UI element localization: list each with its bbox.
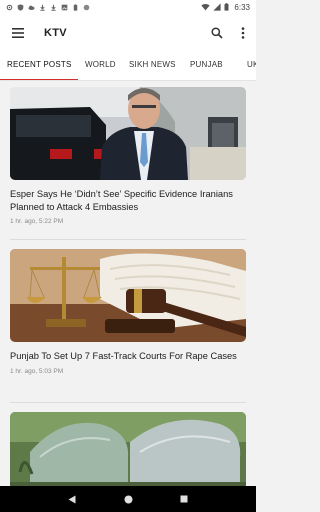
status-bar: 6:33 [0,0,256,14]
article-feed[interactable]: Esper Says He ‘Didn’t See’ Specific Evid… [0,82,256,486]
article-time: 1 hr. ago, 5:03 PM [10,367,64,375]
battery-icon [224,3,229,11]
category-tabs: RECENT POSTS WORLD SIKH NEWS PUNJAB UK [0,51,256,81]
download-icon [40,4,45,11]
home-button[interactable] [120,491,136,507]
screen: 6:33 KTV RECENT POSTS WORLD SIKH NEWS PU… [0,0,256,512]
shield-icon [17,3,24,11]
back-button[interactable] [64,491,80,507]
article-card[interactable]: Esper Says He ‘Didn’t See’ Specific Evid… [10,87,246,225]
settings-icon [6,4,13,10]
tab-uk[interactable]: UK [247,51,256,80]
signal-icon [213,3,222,11]
menu-button[interactable] [0,14,36,51]
app-bar-actions [204,14,256,51]
more-vert-icon [241,26,245,39]
divider [10,402,246,403]
circle-icon [83,4,90,10]
image-icon [61,4,68,10]
article-card[interactable]: Punjab To Set Up 7 Fast-Track Courts For… [10,249,246,375]
status-icons-left [6,3,90,11]
article-image[interactable] [10,249,246,342]
recents-button[interactable] [176,491,192,507]
tab-sikh-news[interactable]: SIKH NEWS [129,51,176,80]
home-icon [124,495,132,503]
system-nav-bar [0,486,256,512]
tab-punjab[interactable]: PUNJAB [190,51,223,80]
app-bar: KTV [0,14,256,51]
menu-icon [12,27,24,38]
article-title[interactable]: Esper Says He ‘Didn’t See’ Specific Evid… [10,188,246,213]
wifi-icon [201,3,211,11]
divider [10,239,246,240]
status-icons-right: 6:33 [201,3,250,12]
battery-saver-icon [73,3,78,11]
article-title[interactable]: Punjab To Set Up 7 Fast-Track Courts For… [10,350,246,363]
article-card[interactable] [10,412,246,486]
download-icon [51,4,56,11]
recents-icon [180,495,188,503]
tab-recent-posts[interactable]: RECENT POSTS [7,51,72,80]
more-options-button[interactable] [230,14,256,51]
search-icon [211,26,223,39]
tab-world[interactable]: WORLD [85,51,116,80]
app-title: KTV [44,26,67,39]
cloud-icon [28,5,35,10]
article-time: 1 hr. ago, 5:22 PM [10,218,64,225]
active-tab-indicator [0,79,78,80]
back-icon [68,495,76,503]
status-time: 6:33 [234,2,250,12]
search-button[interactable] [204,14,230,51]
article-image[interactable] [10,87,246,180]
article-image[interactable] [10,412,246,486]
